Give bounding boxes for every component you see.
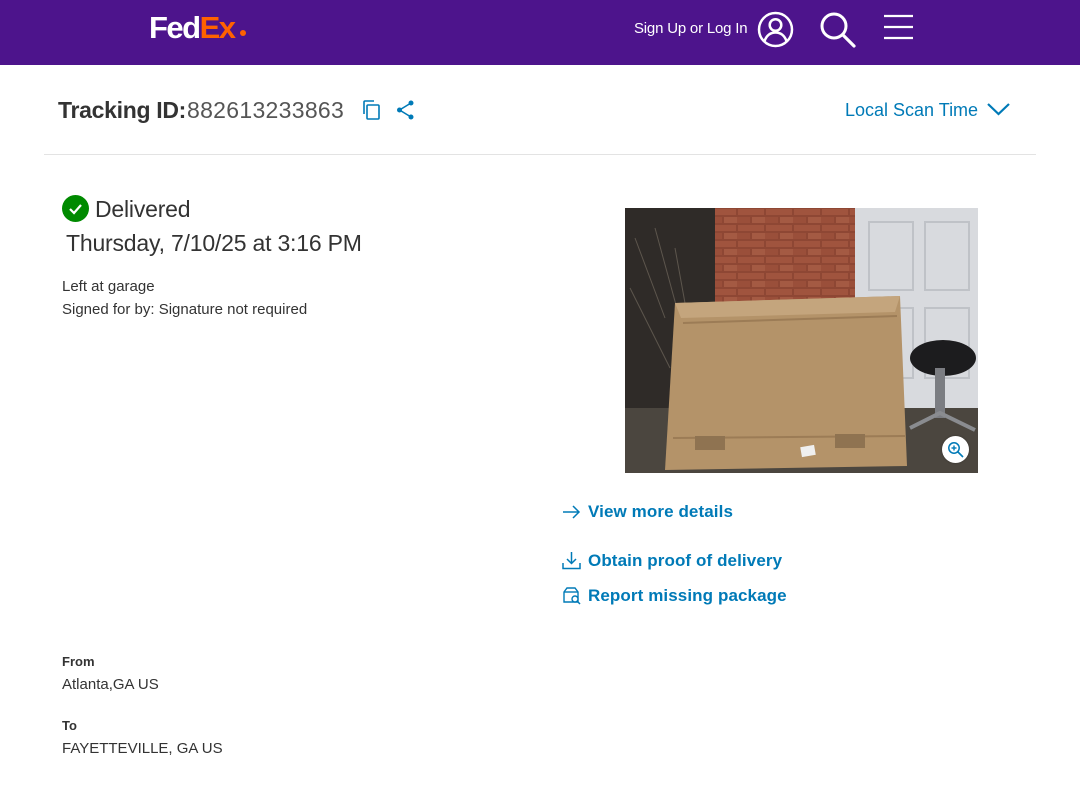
- to-label: To: [62, 718, 77, 733]
- header-divider: [44, 154, 1036, 155]
- view-more-details-link[interactable]: View more details: [561, 501, 733, 522]
- fedex-logo[interactable]: FedEx: [149, 10, 246, 45]
- chevron-down-icon[interactable]: [985, 98, 1012, 120]
- download-icon: [561, 551, 581, 571]
- package-search-icon: [561, 586, 581, 606]
- logo-registered-mark: [240, 30, 246, 36]
- logo-ex-text: Ex: [199, 10, 236, 45]
- from-value: Atlanta,GA US: [62, 676, 159, 693]
- from-label: From: [62, 654, 95, 669]
- tracking-id-value: 882613233863: [187, 97, 345, 123]
- user-circle-icon[interactable]: [756, 11, 795, 48]
- logo-fed-text: Fed: [149, 10, 201, 45]
- delivery-location-note: Left at garage: [62, 278, 155, 295]
- share-icon[interactable]: [395, 99, 416, 121]
- tracking-id-label: Tracking ID:: [58, 97, 187, 123]
- zoom-in-icon[interactable]: [942, 436, 969, 463]
- obtain-proof-of-delivery-link[interactable]: Obtain proof of delivery: [561, 550, 782, 571]
- report-missing-package-link[interactable]: Report missing package: [561, 585, 787, 606]
- arrow-right-icon: [561, 502, 581, 522]
- delivery-date: Thursday, 7/10/25 at 3:16 PM: [66, 230, 362, 256]
- sign-up-login-link[interactable]: Sign Up or Log In: [634, 20, 748, 38]
- search-icon[interactable]: [819, 11, 857, 49]
- view-more-details-label: View more details: [588, 502, 734, 521]
- to-value: FAYETTEVILLE, GA US: [62, 740, 223, 757]
- hamburger-menu-icon[interactable]: [883, 14, 914, 40]
- top-navigation-bar: FedEx Sign Up or Log In: [0, 0, 1080, 65]
- proof-of-delivery-photo[interactable]: [625, 208, 978, 473]
- obtain-proof-of-delivery-label: Obtain proof of delivery: [588, 551, 783, 570]
- signature-note: Signed for by: Signature not required: [62, 301, 308, 318]
- local-scan-time-toggle[interactable]: Local Scan Time: [845, 99, 978, 121]
- check-circle-icon: [62, 195, 89, 222]
- copy-icon[interactable]: [361, 99, 382, 121]
- report-missing-package-label: Report missing package: [588, 586, 787, 605]
- delivery-status: Delivered: [95, 196, 191, 222]
